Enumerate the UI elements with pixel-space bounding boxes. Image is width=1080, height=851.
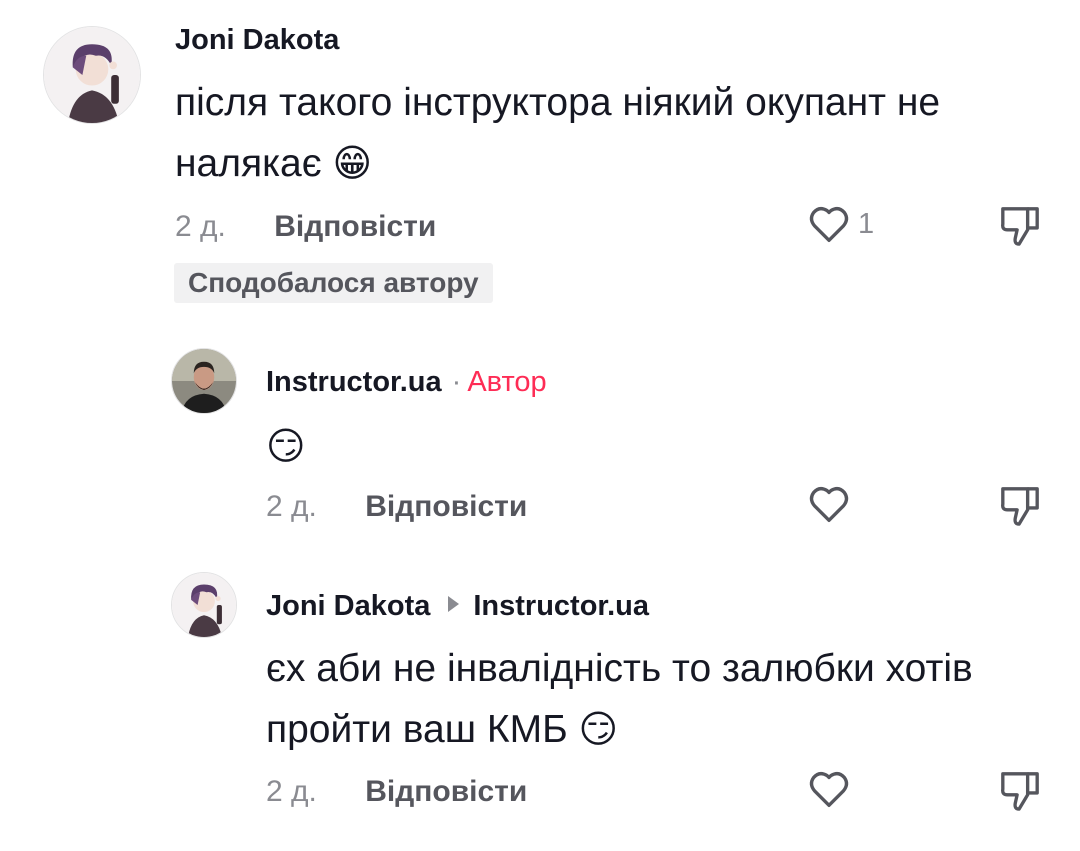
comment-text: після такого інструктора ніякий окупант … [175,73,1055,194]
comment-text-line: пройти ваш КМБ 😏 [266,699,1066,760]
comment-text-fragment: налякає [175,142,322,185]
reply-arrow-icon [448,596,460,612]
comment-text-line: після такого інструктора ніякий окупант … [175,81,941,124]
comment-meta: 2 д. Відповісти [175,210,436,244]
avatar-image-icon [44,27,140,123]
reply-item: Instructor.ua · Автор 😏 2 д. Відповісти [0,330,1080,550]
heart-outline-icon [809,771,849,807]
comment-text-line: єх аби не інвалідність то залюбки хотів [266,647,973,690]
liked-by-author-badge: Сподобалося автору [174,263,493,303]
comment-meta: 2 д. Відповісти [266,775,527,809]
like-button[interactable] [806,481,852,527]
thumbs-down-icon [1001,772,1039,811]
dislike-button[interactable] [999,768,1041,814]
dislike-button[interactable] [999,483,1041,529]
smirk-emoji-icon: 😏 [266,424,306,468]
comment-username[interactable]: Joni Dakota [175,24,339,57]
comment-time: 2 д. [266,490,317,523]
author-tag: Автор [467,366,547,398]
comment-username-row: Joni Dakota Instructor.ua [266,590,649,623]
comment-username-row: Instructor.ua · Автор [266,366,547,399]
reply-button[interactable]: Відповісти [365,490,527,523]
reply-button[interactable]: Відповісти [365,775,527,808]
like-count: 1 [858,208,875,240]
reply-to-username[interactable]: Instructor.ua [473,590,649,622]
thumbs-down-icon [1001,207,1039,246]
heart-outline-icon [809,206,849,242]
avatar[interactable] [43,26,141,124]
thumbs-down-icon [1001,487,1039,526]
comment-time: 2 д. [266,775,317,808]
grin-emoji-icon: 😁 [332,141,373,185]
avatar-image-icon [172,573,236,637]
comment-time: 2 д. [175,210,226,243]
comment-meta: 2 д. Відповісти [266,490,527,524]
comment-text-line: налякає 😁 [175,133,1055,194]
reply-button[interactable]: Відповісти [274,210,436,243]
avatar-image-icon [172,349,236,413]
comment-text-fragment: пройти ваш КМБ [266,708,568,751]
comment-text: 😏 [266,416,306,477]
like-button[interactable] [806,201,852,247]
comment-username[interactable]: Joni Dakota [266,590,430,622]
comment-username[interactable]: Instructor.ua [266,366,442,398]
comment-text: єх аби не інвалідність то залюбки хотів … [266,639,1066,760]
separator-dot: · [451,366,462,398]
avatar[interactable] [171,572,237,638]
comment-item: Joni Dakota після такого інструктора нія… [0,0,1080,320]
heart-outline-icon [809,486,849,522]
dislike-button[interactable] [999,203,1041,249]
smirk-emoji-icon: 😏 [578,707,619,751]
reply-item: Joni Dakota Instructor.ua єх аби не інвал… [0,560,1080,851]
avatar[interactable] [171,348,237,414]
like-button[interactable] [806,766,852,812]
